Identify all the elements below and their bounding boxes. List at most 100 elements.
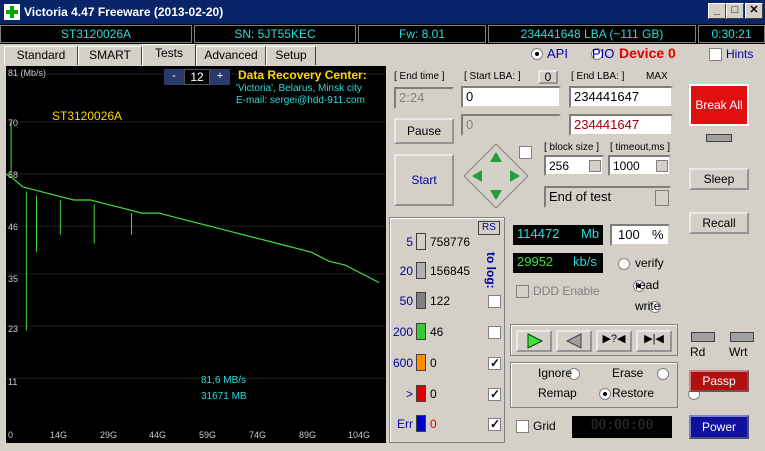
end-lba-input[interactable]: 234441647 (569, 86, 673, 108)
action-dropdown-arrow[interactable] (655, 190, 669, 206)
rd-indicator (691, 332, 715, 342)
break-all-button[interactable]: Break All (689, 84, 749, 126)
test-timer: 00:00:00 (572, 416, 672, 438)
back-button[interactable] (556, 330, 592, 352)
block-row-count: 758776 (430, 235, 471, 249)
wrt-indicator (730, 332, 754, 342)
speed-line (6, 173, 380, 284)
wrt-label: Wrt (729, 345, 748, 359)
block-row-log-checkbox[interactable] (488, 295, 501, 308)
timeout-value: 1000 (613, 159, 640, 173)
zoom-value: 12 (184, 69, 210, 85)
close-button[interactable]: ✕ (745, 3, 763, 19)
play-button[interactable] (516, 330, 552, 352)
api-radio[interactable] (531, 48, 543, 60)
rd-label: Rd (690, 345, 706, 359)
current-lba-field: 0 (461, 114, 561, 136)
recall-button[interactable]: Recall (689, 212, 749, 234)
current-position: 31671 MB (201, 391, 247, 402)
direction-checkbox[interactable] (519, 146, 532, 159)
block-row-swatch (416, 415, 426, 432)
block-row-label: 20 (399, 264, 413, 278)
grid-label: Grid (533, 419, 556, 433)
sleep-button[interactable]: Sleep (689, 168, 749, 190)
read-label: read (635, 278, 660, 292)
speed-unit: kb/s (573, 254, 597, 269)
block-size-dropdown-arrow[interactable] (589, 160, 601, 172)
remap-label: Remap (538, 386, 577, 400)
pause-button[interactable]: Pause (394, 118, 454, 144)
back-icon (565, 333, 582, 349)
x-label-0: 0 (8, 430, 14, 440)
start-lba-input[interactable]: 0 (461, 86, 561, 108)
pio-label: PIO (592, 46, 615, 61)
passp-button[interactable]: Passp (689, 370, 749, 392)
data-recovery-title: Data Recovery Center: (238, 68, 367, 82)
ignore-label: Ignore (538, 366, 573, 380)
y-label-46: 46 (8, 222, 19, 232)
start-button[interactable]: Start (394, 154, 454, 206)
x-label-59g: 59G (199, 430, 217, 440)
maximize-button[interactable]: □ (726, 3, 744, 19)
action-select[interactable]: End of test (544, 186, 671, 208)
end-icon: ▶|◀ (644, 333, 664, 345)
mb-read-unit: Mb (581, 226, 600, 241)
block-row-log-checkbox[interactable] (488, 326, 501, 339)
max-lba-button[interactable]: MAX (646, 71, 668, 82)
drive-model-overlay: ST3120026A (52, 109, 123, 123)
x-label-74g: 74G (249, 430, 267, 440)
block-row-count: 0 (430, 387, 437, 401)
tab-standard[interactable]: Standard (4, 46, 78, 65)
power-button[interactable]: Power (689, 415, 749, 439)
block-row-label: 600 (392, 356, 413, 370)
remap-radio[interactable] (598, 388, 611, 400)
percent-box: 100 % (610, 224, 670, 246)
timeout-dropdown-arrow[interactable] (656, 160, 668, 172)
block-row-swatch (416, 323, 426, 340)
grid-checkbox[interactable] (516, 420, 529, 433)
data-recovery-line2: E-mail: sergei@hdd-911.com (236, 95, 365, 106)
x-label-29g: 29G (100, 430, 118, 440)
block-row-log-checkbox[interactable] (488, 387, 501, 401)
tab-setup[interactable]: Setup (266, 46, 316, 65)
to-log-label: to log: (484, 252, 498, 289)
block-row-log-checkbox[interactable] (488, 417, 501, 431)
zoom-minus-button[interactable]: - (164, 69, 184, 85)
x-label-44g: 44G (149, 430, 167, 440)
x-label-89g: 89G (299, 430, 317, 440)
device-label: Device 0 (619, 45, 676, 61)
data-recovery-line1: 'Victoria', Belarus, Minsk city (236, 83, 362, 94)
restore-label: Restore (612, 386, 655, 400)
block-row-count: 156845 (430, 264, 471, 278)
block-row-label: 200 (392, 325, 413, 339)
tab-smart[interactable]: SMART (78, 46, 142, 65)
start-lba-zero-button[interactable]: 0 (538, 70, 558, 84)
block-row-swatch (416, 262, 426, 279)
block-row-label: Err (397, 417, 413, 431)
title-bar: Victoria 4.47 Freeware (2013-02-20) _ □ … (0, 0, 765, 24)
block-row-swatch (416, 292, 426, 309)
ddd-checkbox[interactable] (516, 285, 529, 298)
end-button[interactable]: ▶|◀ (636, 330, 672, 352)
tab-advanced[interactable]: Advanced (196, 46, 266, 65)
block-row-label: 5 (406, 235, 413, 249)
y-label-11: 11 (8, 377, 18, 387)
block-row-swatch (416, 354, 426, 371)
hints-checkbox[interactable] (709, 48, 722, 61)
jump-button[interactable]: ▶?◀ (596, 330, 632, 352)
block-size-value: 256 (549, 159, 570, 173)
block-row-log-checkbox[interactable] (488, 356, 501, 370)
block-row-swatch (416, 385, 426, 402)
current-end-lba-field: 234441647 (569, 114, 673, 136)
zoom-plus-button[interactable]: + (210, 69, 230, 85)
rs-button[interactable]: RS (478, 221, 500, 235)
verify-radio[interactable] (618, 258, 630, 270)
tab-tests[interactable]: Tests (142, 44, 196, 66)
percent-value: 100 (618, 227, 640, 242)
hints-label: Hints (726, 47, 754, 61)
block-row-label: 50 (399, 294, 413, 308)
end-time-field[interactable]: 2:24 (394, 87, 454, 109)
minimize-button[interactable]: _ (708, 3, 726, 19)
jump-icon: ▶?◀ (602, 333, 626, 345)
mb-read-value: 114472 (517, 226, 560, 241)
